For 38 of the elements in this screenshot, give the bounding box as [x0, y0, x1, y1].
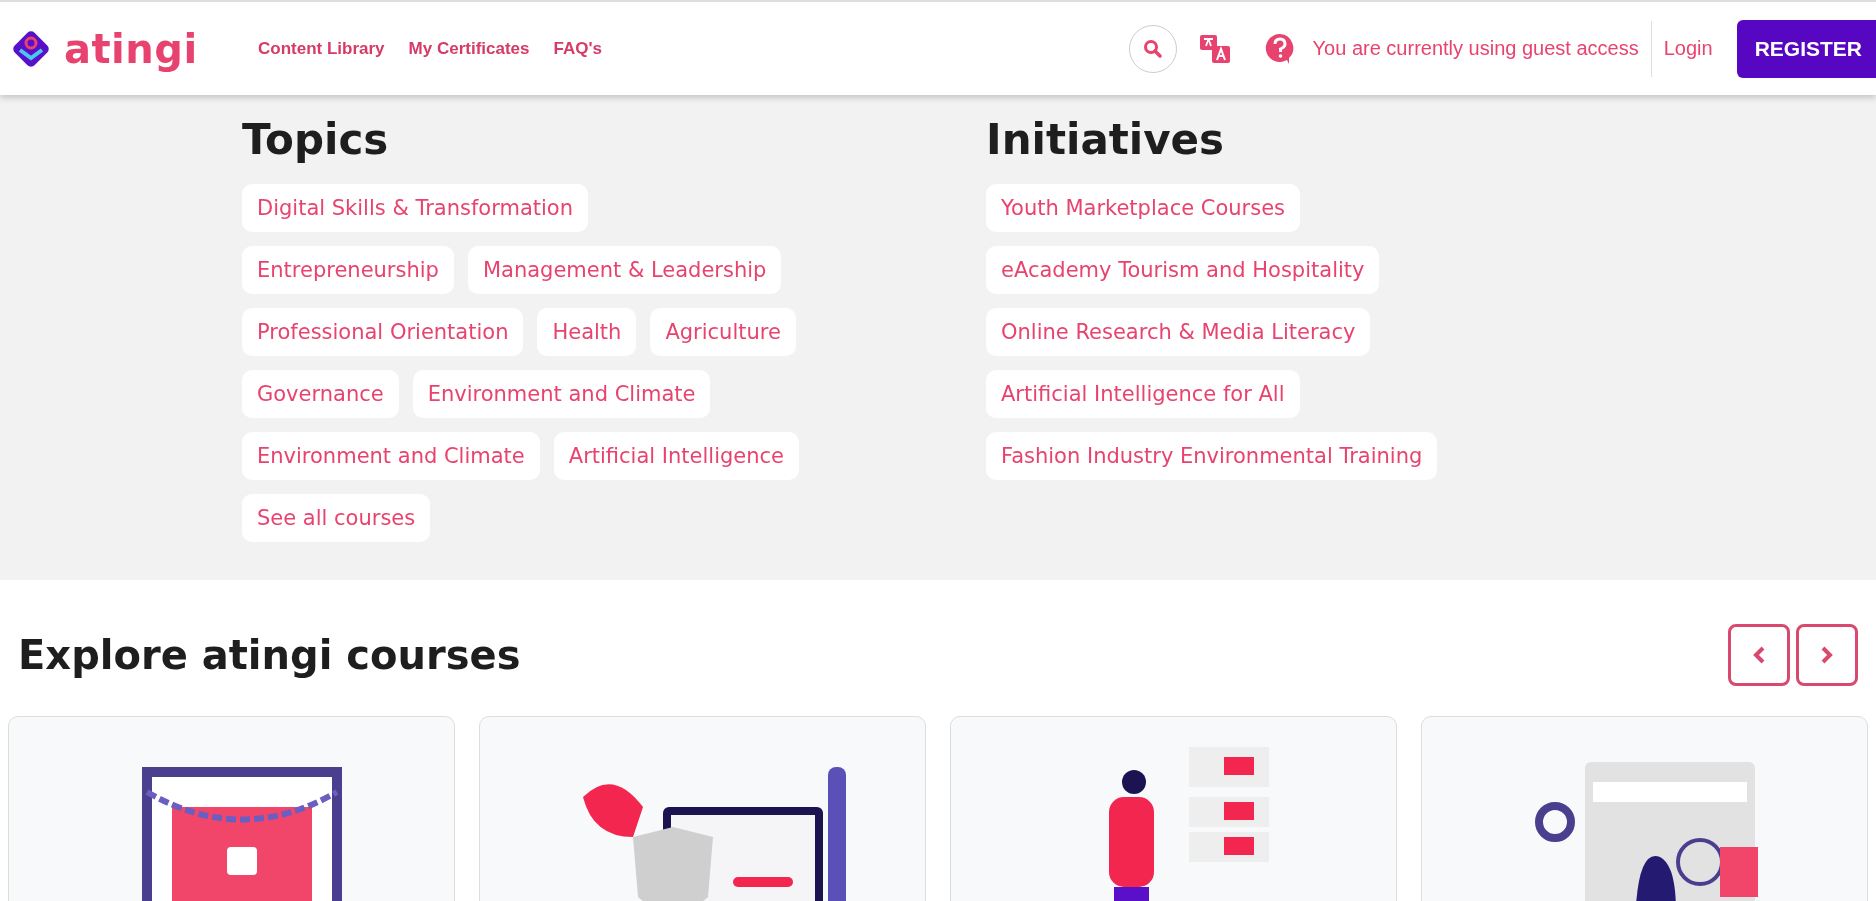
brand-name[interactable]: atingi: [64, 25, 198, 72]
category-link[interactable]: Management & Leadership: [467, 246, 782, 294]
nav-link[interactable]: Content Library: [258, 38, 385, 59]
category-link[interactable]: Fashion Industry Environmental Training: [986, 432, 1438, 480]
course-card[interactable]: [1421, 716, 1868, 901]
nav-link[interactable]: FAQ's: [553, 38, 602, 59]
next-button[interactable]: [1796, 624, 1858, 686]
category-link[interactable]: Artificial Intelligence for All: [986, 370, 1300, 418]
help-button[interactable]: [1264, 32, 1295, 65]
chevron-right-icon: [1820, 645, 1834, 665]
section-heading: Initiatives: [986, 115, 1226, 164]
course-card[interactable]: [479, 716, 926, 901]
category-link[interactable]: Artificial Intelligence: [553, 432, 799, 480]
section-heading: Explore atingi courses: [18, 632, 521, 678]
category-link[interactable]: Environment and Climate: [242, 432, 540, 480]
translate-button[interactable]: [1198, 33, 1231, 64]
category-link[interactable]: Youth Marketplace Courses: [986, 184, 1301, 232]
category-link[interactable]: Digital Skills & Transformation: [242, 184, 588, 232]
login-link[interactable]: Login: [1651, 37, 1737, 60]
category-link[interactable]: Health: [537, 308, 637, 356]
guest-access-notice: You are currently using guest access: [1312, 37, 1640, 60]
category-link[interactable]: Environment and Climate: [412, 370, 711, 418]
course-card[interactable]: [8, 716, 455, 901]
category-link[interactable]: Entrepreneurship: [242, 246, 454, 294]
category-link[interactable]: Online Research & Media Literacy: [986, 308, 1371, 356]
category-link[interactable]: See all courses: [242, 494, 431, 542]
previous-button[interactable]: [1728, 624, 1790, 686]
section-heading: Topics: [242, 115, 390, 164]
search-icon: [1142, 38, 1163, 59]
nav-link[interactable]: My Certificates: [408, 38, 530, 59]
category-link[interactable]: Agriculture: [650, 308, 796, 356]
category-link[interactable]: Professional Orientation: [242, 308, 524, 356]
translate-icon: [1198, 33, 1231, 64]
register-button[interactable]: REGISTER: [1736, 19, 1876, 78]
chevron-left-icon: [1752, 645, 1766, 665]
category-link[interactable]: eAcademy Tourism and Hospitality: [986, 246, 1380, 294]
help-icon: [1264, 32, 1295, 65]
category-link[interactable]: Governance: [242, 370, 399, 418]
